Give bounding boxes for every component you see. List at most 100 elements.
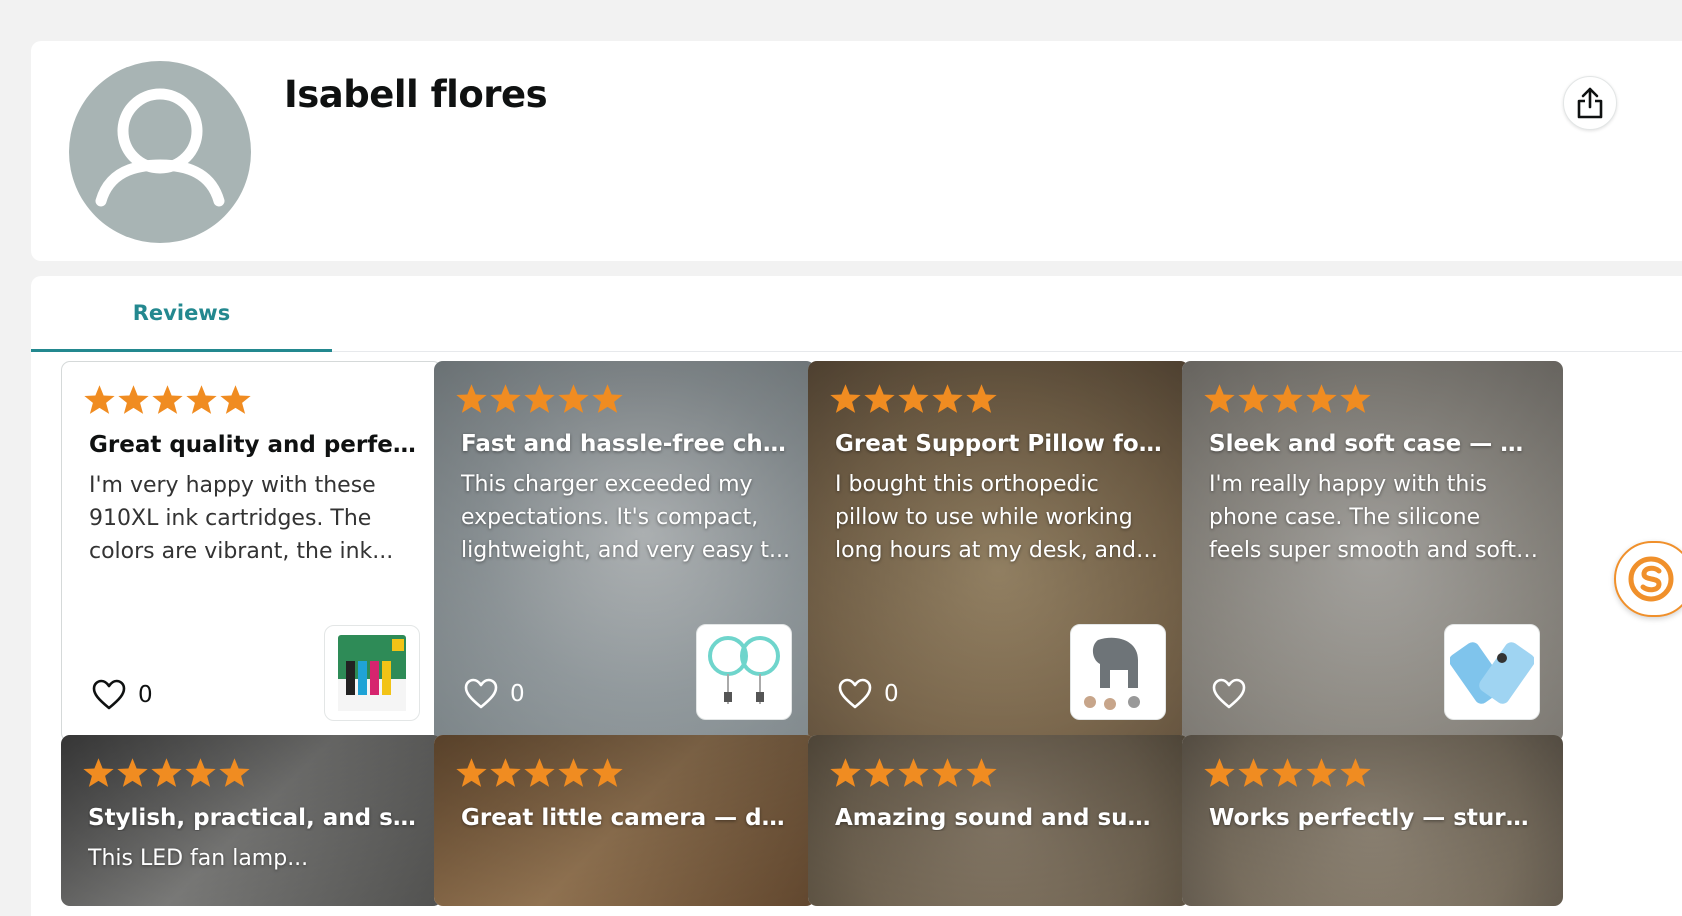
star-icon [117, 758, 148, 787]
helpful-vote[interactable]: 0 [838, 678, 899, 710]
star-icon [592, 758, 623, 787]
review-card[interactable]: Great quality and perfec... I'm very happ… [61, 361, 442, 742]
helpful-vote[interactable] [1212, 678, 1258, 710]
star-icon [1272, 758, 1303, 787]
star-icon [83, 758, 114, 787]
review-title: Great quality and perfec... [89, 432, 419, 458]
review-card[interactable]: Great little camera — dis... [434, 735, 815, 906]
ink-cartridge-pack-icon [338, 635, 406, 711]
product-thumbnail[interactable] [1444, 624, 1540, 720]
review-title: Stylish, practical, and su... [88, 805, 418, 831]
review-title: Amazing sound and supe... [835, 805, 1165, 831]
star-icon [186, 385, 217, 414]
review-title: Fast and hassle-free char... [461, 431, 791, 457]
pillow-icon [1084, 637, 1140, 710]
star-icon [898, 384, 929, 413]
star-icon [966, 758, 997, 787]
star-icon [592, 384, 623, 413]
star-rating [829, 757, 998, 789]
heart-icon [92, 679, 126, 710]
like-count: 0 [510, 681, 525, 707]
star-icon [1306, 758, 1337, 787]
review-text: This charger exceeded my expectations. I… [461, 472, 791, 563]
review-text: I'm really happy with this phone case. T… [1209, 472, 1516, 563]
star-icon [898, 758, 929, 787]
star-icon [558, 384, 589, 413]
review-text [835, 842, 1165, 906]
review-text [1209, 842, 1539, 906]
star-icon [84, 385, 115, 414]
review-title: Works perfectly — sturd... [1209, 805, 1539, 831]
star-icon [219, 758, 250, 787]
profile-name: Isabell flores [284, 73, 548, 116]
helpful-vote[interactable]: 0 [92, 679, 153, 711]
review-card[interactable]: Works perfectly — sturd... [1182, 735, 1563, 906]
product-thumbnail[interactable] [1070, 624, 1166, 720]
star-icon [1306, 384, 1337, 413]
tab-reviews[interactable]: Reviews [31, 276, 332, 352]
like-count: 0 [884, 681, 899, 707]
star-icon [118, 385, 149, 414]
star-icon [490, 384, 521, 413]
review-text: This LED fan lamp... [88, 846, 309, 871]
star-icon [864, 758, 895, 787]
star-icon [456, 758, 487, 787]
star-icon [830, 384, 861, 413]
star-icon [185, 758, 216, 787]
heart-icon [838, 678, 872, 709]
helpful-vote[interactable]: 0 [464, 678, 525, 710]
star-icon [490, 758, 521, 787]
star-icon [1272, 384, 1303, 413]
s-logo-icon [1628, 556, 1674, 602]
star-icon [1340, 384, 1371, 413]
star-rating [82, 757, 251, 789]
star-rating [455, 757, 624, 789]
star-icon [151, 758, 182, 787]
star-icon [456, 384, 487, 413]
star-icon [932, 758, 963, 787]
heart-icon [1212, 678, 1246, 709]
user-silhouette-icon [95, 88, 225, 207]
review-title: Sleek and soft case — gr... [1209, 431, 1539, 457]
star-icon [1204, 384, 1235, 413]
star-rating [829, 383, 998, 415]
star-icon [830, 758, 861, 787]
phone-case-icon [1450, 642, 1534, 704]
share-icon [1577, 87, 1603, 119]
review-card[interactable]: Sleek and soft case — gr... I'm really ha… [1182, 361, 1563, 742]
star-icon [1238, 384, 1269, 413]
star-icon [558, 758, 589, 787]
wireless-charger-icon [708, 636, 780, 704]
review-card[interactable]: Fast and hassle-free char... This charger… [434, 361, 815, 742]
star-icon [524, 384, 555, 413]
floating-assistant-button[interactable] [1614, 541, 1682, 617]
star-icon [524, 758, 555, 787]
star-rating [83, 384, 252, 416]
star-rating [1203, 757, 1372, 789]
star-rating [1203, 383, 1372, 415]
review-card[interactable]: Great Support Pillow for ... I bought thi… [808, 361, 1189, 742]
review-text: I bought this orthopedic pillow to use w… [835, 472, 1136, 563]
review-text: I'm very happy with these 910XL ink cart… [89, 473, 394, 564]
review-title: Great little camera — dis... [461, 805, 791, 831]
tab-bar: Reviews [31, 276, 1682, 352]
star-icon [152, 385, 183, 414]
product-thumbnail[interactable] [324, 625, 420, 721]
profile-card: Isabell flores [31, 41, 1682, 261]
share-button[interactable] [1563, 76, 1617, 130]
star-icon [864, 384, 895, 413]
avatar [69, 61, 251, 243]
review-text [461, 842, 791, 906]
product-thumbnail[interactable] [696, 624, 792, 720]
review-card[interactable]: Stylish, practical, and su... This LED fa… [61, 735, 442, 906]
star-icon [1204, 758, 1235, 787]
star-icon [1238, 758, 1269, 787]
review-title: Great Support Pillow for ... [835, 431, 1165, 457]
star-icon [932, 384, 963, 413]
like-count: 0 [138, 682, 153, 708]
star-rating [455, 383, 624, 415]
heart-icon [464, 678, 498, 709]
review-card[interactable]: Amazing sound and supe... [808, 735, 1189, 906]
star-icon [1340, 758, 1371, 787]
star-icon [220, 385, 251, 414]
